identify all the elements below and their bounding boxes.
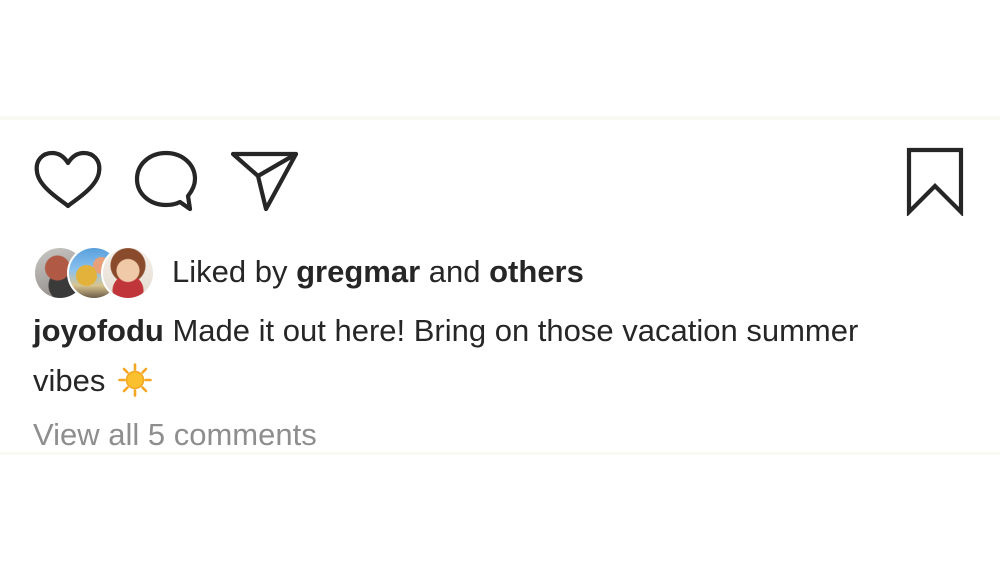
instagram-post-footer: Liked by gregmar and others joyofodu Mad… — [0, 0, 1000, 567]
liked-by-username-link[interactable]: gregmar — [296, 254, 420, 289]
likes-summary: Liked by gregmar and others — [172, 254, 584, 290]
likes-prefix: Liked by — [172, 254, 288, 289]
avatar[interactable] — [101, 246, 155, 300]
bookmark-icon[interactable] — [903, 146, 967, 216]
liked-by-others-link[interactable]: others — [489, 254, 584, 289]
speech-bubble-icon[interactable] — [133, 150, 199, 212]
sun-emoji-icon — [118, 362, 152, 412]
caption-username-link[interactable]: joyofodu — [33, 313, 164, 348]
heart-icon[interactable] — [33, 150, 103, 212]
post-divider — [0, 452, 1000, 455]
likes-row: Liked by gregmar and others — [33, 244, 584, 300]
media-divider — [0, 116, 1000, 120]
liked-by-avatars[interactable] — [33, 245, 155, 300]
post-caption: joyofodu Made it out here! Bring on thos… — [33, 306, 933, 412]
action-bar — [0, 140, 1000, 220]
paper-plane-icon[interactable] — [230, 150, 300, 212]
likes-connector: and — [428, 254, 481, 289]
